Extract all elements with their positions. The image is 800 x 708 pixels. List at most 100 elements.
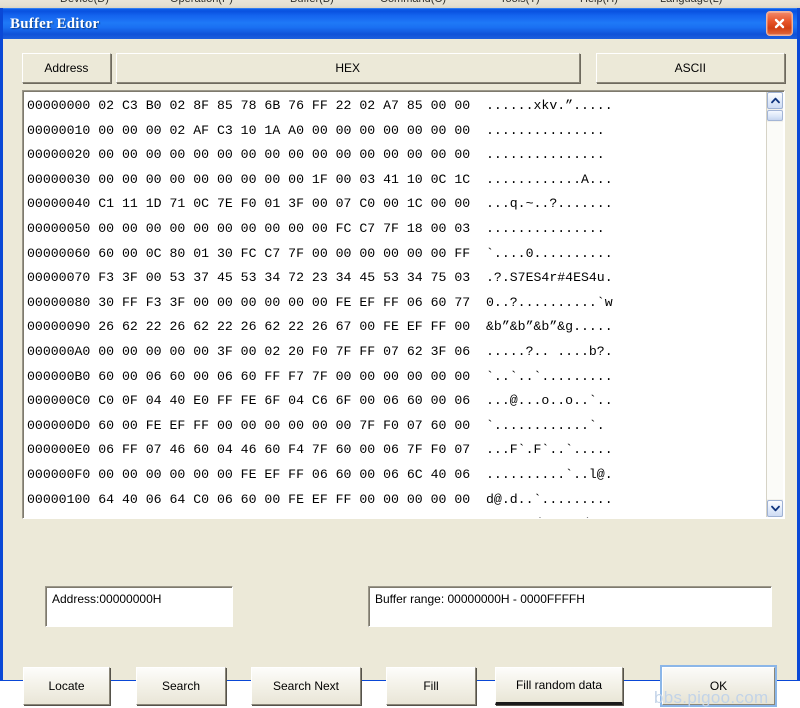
menu-item-operation[interactable]: Operation(P) — [170, 0, 233, 5]
menu-item-language[interactable]: Language(L) — [660, 0, 722, 5]
hex-row: 000000F0 00 00 00 00 00 00 FE EF FF 06 6… — [27, 463, 769, 488]
hex-row-bytes: 60 00 06 60 00 06 60 FF F7 7F 00 00 00 0… — [98, 368, 471, 384]
hex-row-address: 00000060 — [27, 245, 91, 261]
hex-row-bytes: 00 00 00 00 00 00 00 00 00 00 FC C7 7F 1… — [98, 220, 471, 236]
hex-row: 000000D0 60 00 FE EF FF 00 00 00 00 00 0… — [27, 414, 769, 439]
menu-item-device[interactable]: Device(D) — [60, 0, 109, 5]
hex-row-bytes: 30 FF F3 3F 00 00 00 00 00 00 FE EF FF 0… — [98, 294, 471, 310]
address-field[interactable]: Address:00000000H — [45, 586, 233, 627]
hex-row-ascii: ............... — [486, 122, 605, 138]
menu-item-help[interactable]: Help(H) — [580, 0, 618, 5]
vertical-scrollbar[interactable] — [766, 92, 783, 517]
column-header-hex[interactable]: HEX — [115, 53, 580, 83]
hex-rows-container: 00000000 02 C3 B0 02 8F 85 78 6B 76 FF 2… — [27, 94, 769, 518]
hex-row: 00000080 30 FF F3 3F 00 00 00 00 00 00 F… — [27, 291, 769, 316]
hex-row-address: 000000E0 — [27, 442, 91, 458]
hex-row: 00000050 00 00 00 00 00 00 00 00 00 00 F… — [27, 217, 769, 242]
hex-row-ascii: .?.S7ES4r#4ES4u. — [486, 270, 613, 286]
hex-row: 00000010 00 00 00 02 AF C3 10 1A A0 00 0… — [27, 119, 769, 144]
column-header-address[interactable]: Address — [22, 53, 111, 83]
hex-row-bytes: 00 00 00 00 00 3F 00 02 20 F0 7F FF 07 6… — [98, 343, 471, 359]
hex-row-address: 00000010 — [27, 122, 91, 138]
hex-row-ascii: d@.d..`......... — [486, 491, 613, 507]
hex-row-address: 000000F0 — [27, 466, 91, 482]
hex-row: 00000060 60 00 0C 80 01 30 FC C7 7F 00 0… — [27, 242, 769, 267]
hex-row-address: 000000D0 — [27, 417, 91, 433]
hex-row: 00000020 00 00 00 00 00 00 00 00 00 00 0… — [27, 143, 769, 168]
fill-button[interactable]: Fill — [386, 667, 476, 705]
menu-item-command[interactable]: Command(C) — [380, 0, 446, 5]
hex-row: 000000E0 06 FF 07 46 60 04 46 60 F4 7F 6… — [27, 438, 769, 463]
hex-row-ascii: ... ../..,../.., — [486, 516, 613, 518]
close-button[interactable] — [766, 11, 793, 36]
scroll-down-button[interactable] — [767, 500, 783, 517]
hex-row-ascii: ......xkv.”..... — [486, 98, 613, 113]
hex-row-bytes: 00 00 00 02 AF C3 10 1A A0 00 00 00 00 0… — [98, 122, 471, 138]
hex-row-bytes: F3 3F 00 53 37 45 53 34 72 23 34 45 53 3… — [98, 270, 471, 286]
hex-row-bytes: C1 11 1D 71 0C 7E F0 01 3F 00 07 C0 00 1… — [98, 196, 471, 212]
hex-row-ascii: 0..?..........`w — [486, 294, 613, 310]
hex-row-bytes: 02 C3 B0 02 8F 85 78 6B 76 FF 22 02 A7 8… — [98, 98, 471, 113]
fill-random-data-button[interactable]: Fill random data — [495, 667, 623, 705]
hex-row-ascii: ...@...o..o..`.. — [486, 393, 613, 409]
hex-row-address: 00000110 — [27, 516, 90, 518]
search-button[interactable]: Search — [136, 667, 226, 705]
hex-row: 000000C0 C0 0F 04 40 E0 FF FE 6F 04 C6 6… — [27, 389, 769, 414]
hex-row-ascii: `............`. — [486, 417, 605, 433]
hex-row-bytes: C0 0F 04 40 E0 FF FE 6F 04 C6 6F 00 06 6… — [98, 393, 471, 409]
hex-row-bytes: 00 00 00 00 00 00 00 00 00 1F 00 03 41 1… — [98, 171, 471, 187]
hex-row: 000000A0 00 00 00 00 00 3F 00 02 20 F0 7… — [27, 340, 769, 365]
scrollbar-track[interactable] — [767, 122, 783, 499]
hex-row-address: 00000070 — [27, 270, 91, 286]
scroll-up-button[interactable] — [767, 92, 783, 109]
hex-row-address: 000000B0 — [27, 368, 91, 384]
hex-row-bytes: 06 FF 07 46 60 04 46 60 F4 7F 60 00 06 7… — [98, 442, 471, 458]
hex-row-ascii: &b”&b”&b”&g..... — [486, 319, 613, 335]
hex-row-address: 00000080 — [27, 294, 91, 310]
hex-row-address: 00000050 — [27, 220, 91, 236]
buffer-editor-dialog: Buffer Editor Address HEX ASCII 00000000… — [0, 8, 800, 707]
chevron-up-icon — [770, 97, 780, 104]
search-next-button[interactable]: Search Next — [251, 667, 361, 705]
hex-row-address: 000000C0 — [27, 393, 91, 409]
locate-button[interactable]: Locate — [23, 667, 110, 705]
hex-row: 00000090 26 62 22 26 62 22 26 62 22 26 6… — [27, 315, 769, 340]
hex-row-bytes: 26 62 22 26 62 22 26 62 22 26 67 00 FE E… — [98, 319, 471, 335]
title-bar[interactable]: Buffer Editor — [3, 8, 797, 39]
scrollbar-thumb[interactable] — [767, 110, 783, 121]
column-header-ascii[interactable]: ASCII — [595, 53, 785, 83]
hex-row: 000000B0 60 00 06 60 00 06 60 FF F7 7F 0… — [27, 365, 769, 390]
hex-row-bytes: 00 00 00 00 00 00 00 00 00 00 00 00 00 0… — [98, 147, 471, 163]
hex-row-ascii: .....?.. ....b?. — [486, 343, 613, 359]
menu-item-tools[interactable]: Tools(T) — [500, 0, 540, 5]
hex-row-ascii: ............... — [486, 147, 605, 163]
hex-row-bytes: 00 00 00 00 00 00 FE EF FF 06 60 00 06 6… — [98, 466, 471, 482]
hex-row-address: 00000090 — [27, 319, 91, 335]
hex-row-ascii: ...F`.F`..`..... — [486, 442, 613, 458]
hex-row-bytes: 64 40 06 64 C0 06 60 00 FE EF FF 00 00 0… — [98, 491, 471, 507]
hex-row: 00000030 00 00 00 00 00 00 00 00 00 1F 0… — [27, 168, 769, 193]
hex-row: 00000000 02 C3 B0 02 8F 85 78 6B 76 FF 2… — [27, 94, 769, 119]
dialog-client-area: Address HEX ASCII 00000000 02 C3 B0 02 8… — [3, 39, 797, 707]
hex-dump-view[interactable]: 00000000 02 C3 B0 02 8F 85 78 6B 76 FF 2… — [22, 90, 785, 519]
chevron-down-icon — [770, 505, 780, 512]
hex-row-bytes: 60 00 0C 80 01 30 FC C7 7F 00 00 00 00 0… — [98, 245, 471, 261]
hex-row-ascii: `....0.......... — [486, 245, 613, 261]
hex-row-ascii: `..`..`......... — [486, 368, 613, 384]
hex-row: 00000040 C1 11 1D 71 0C 7E F0 01 3F 00 0… — [27, 192, 769, 217]
column-headers: Address HEX ASCII — [22, 53, 785, 83]
hex-row-address: 00000000 — [27, 98, 91, 113]
hex-row: 00000070 F3 3F 00 53 37 45 53 34 72 23 3… — [27, 266, 769, 291]
hex-row-bytes: 00 FF 13 20 F9 D2 2F CD D2 2C FD 92 2F C… — [98, 516, 470, 518]
hex-row-address: 00000030 — [27, 171, 91, 187]
hex-row: 00000110 00 FF 13 20 F9 D2 2F CD D2 2C F… — [27, 512, 769, 518]
hex-row-ascii: ............A... — [486, 171, 613, 187]
hex-row-ascii: ...q.~..?....... — [486, 196, 613, 212]
buffer-range-field[interactable]: Buffer range: 00000000H - 0000FFFFH — [368, 586, 772, 627]
ok-button[interactable]: OK — [662, 667, 775, 705]
hex-row-ascii: ............... — [486, 220, 605, 236]
window-title: Buffer Editor — [10, 15, 100, 32]
menu-item-buffer[interactable]: Buffer(B) — [290, 0, 334, 5]
hex-row-address: 00000100 — [27, 491, 91, 507]
hex-row-address: 00000040 — [27, 196, 91, 212]
